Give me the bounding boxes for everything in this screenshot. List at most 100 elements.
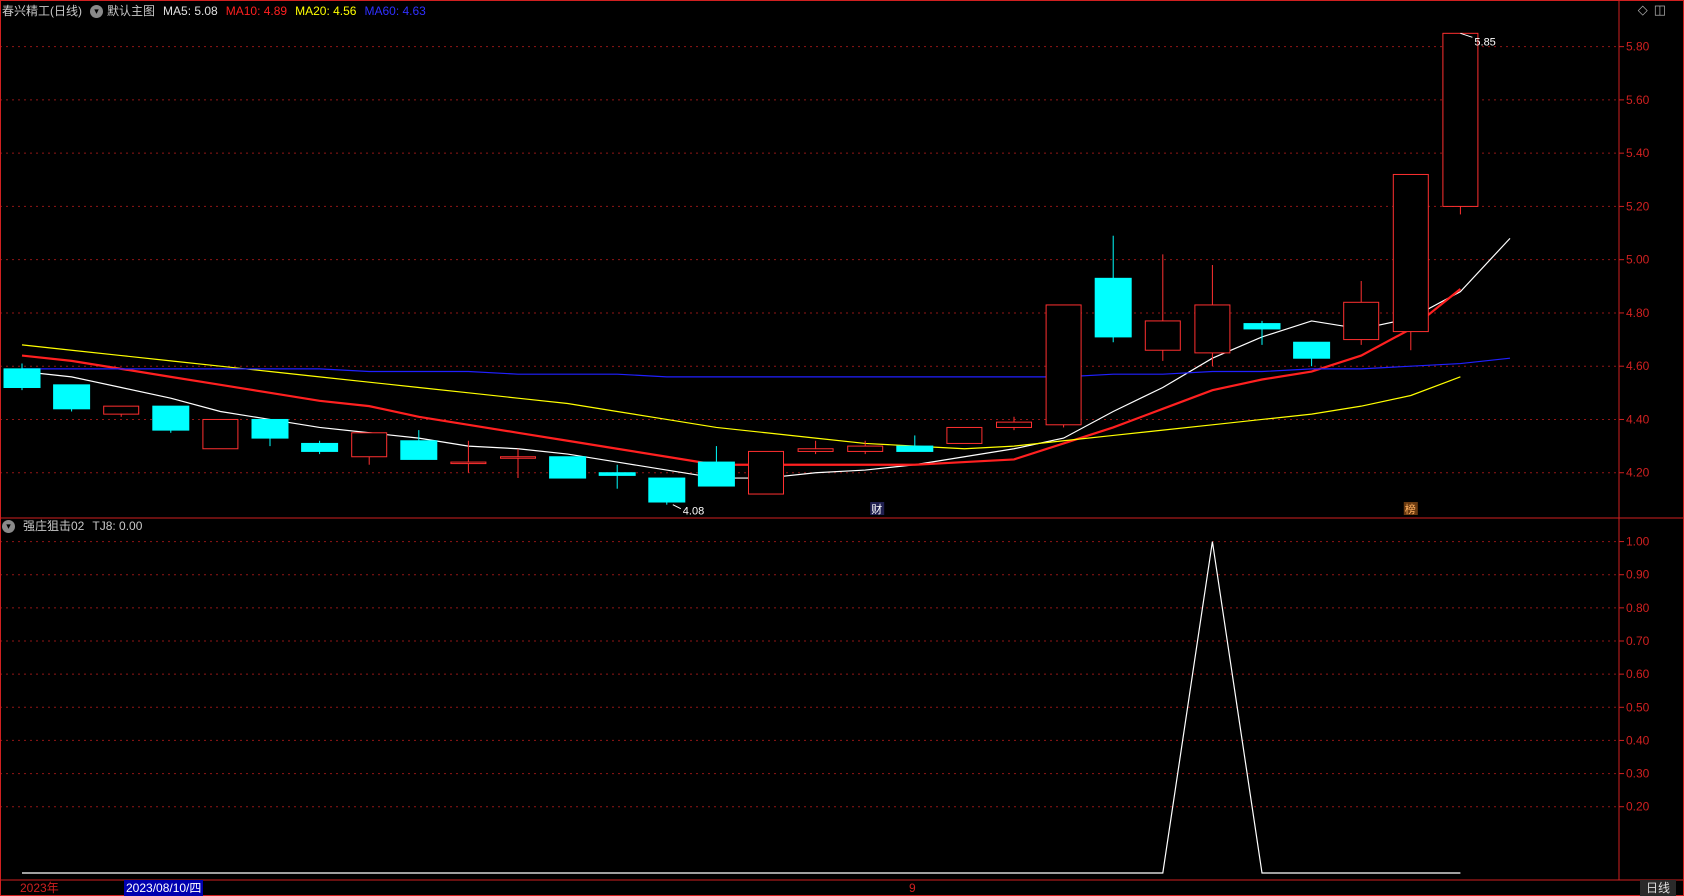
price-tick-label: 4.80 — [1626, 306, 1650, 320]
candlestick-series — [3, 32, 1479, 505]
candle-body — [996, 421, 1032, 428]
candle — [598, 464, 636, 489]
indicator-value: TJ8: 0.00 — [92, 519, 143, 533]
chart-annotations: 5.85 4.08 财 榜 — [672, 32, 1496, 518]
year-label: 2023年 — [20, 881, 59, 895]
outer-border — [0, 0, 1684, 896]
candle-body — [500, 456, 536, 459]
candle-body — [648, 477, 686, 503]
indicator-tick-label: 0.40 — [1626, 733, 1650, 747]
price-tick-label: 5.60 — [1626, 93, 1650, 107]
indicator-line — [22, 541, 1461, 874]
candle-body — [1293, 341, 1331, 359]
event-marker-bang: 榜 — [1405, 502, 1416, 516]
candle — [301, 440, 339, 455]
candle — [896, 435, 934, 452]
indicator-panel-header: ▾ 强庄狙击02 TJ8: 0.00 — [2, 516, 150, 536]
indicator-tick-label: 0.90 — [1626, 568, 1650, 582]
candle-body — [400, 440, 438, 460]
candle — [946, 426, 983, 444]
candle-body — [202, 418, 239, 450]
layout-icon[interactable]: ◫ — [1654, 2, 1666, 17]
candle-body — [797, 448, 834, 452]
candle — [103, 405, 140, 417]
price-axis-labels: 5.80 5.60 5.40 5.20 5.00 4.80 4.60 4.40 4.20 — [1619, 40, 1650, 480]
moving-average-lines — [21, 237, 1511, 479]
candle-body — [896, 445, 934, 452]
ma5-value: MA5: 5.08 — [163, 4, 218, 18]
candle-body — [946, 426, 983, 444]
low-pointer — [672, 504, 682, 510]
indicator-tick-label: 0.50 — [1626, 700, 1650, 714]
chart-frame — [0, 0, 1684, 896]
candle-body — [251, 418, 289, 439]
chevron-down-icon[interactable]: ▾ — [90, 5, 103, 19]
candle — [251, 418, 289, 447]
indicator-tick-label: 0.30 — [1626, 767, 1650, 781]
candle — [1392, 173, 1429, 351]
price-tick-label: 4.60 — [1626, 359, 1650, 373]
high-label: 5.85 — [1474, 36, 1495, 48]
candle — [1194, 265, 1231, 367]
candle-body — [1045, 304, 1082, 426]
candle — [53, 384, 91, 412]
candle-body — [847, 445, 884, 452]
candle-body — [103, 405, 140, 415]
candle — [1144, 254, 1181, 361]
price-grid — [0, 46, 1619, 474]
event-marker-cai: 财 — [871, 502, 882, 516]
indicator-tick-label: 0.70 — [1626, 634, 1650, 648]
candle — [847, 440, 884, 455]
low-label: 4.08 — [683, 506, 704, 518]
ma5-line — [21, 237, 1511, 479]
candle — [549, 456, 587, 479]
candle — [202, 418, 239, 450]
candle-body — [1442, 32, 1479, 207]
period-label[interactable]: 日线 — [1640, 880, 1677, 896]
indicator-name[interactable]: 强庄狙击02 — [23, 519, 84, 533]
candle — [500, 448, 536, 479]
stock-name[interactable]: 春兴精工(日线) — [2, 4, 82, 18]
candle — [797, 440, 834, 455]
candle-body — [748, 450, 784, 495]
indicator-tick-label: 0.60 — [1626, 667, 1650, 681]
candle-body — [697, 461, 735, 487]
candle-body — [3, 368, 41, 389]
price-tick-label: 4.40 — [1626, 412, 1650, 426]
tj8-line — [22, 541, 1461, 874]
price-tick-label: 5.20 — [1626, 199, 1650, 213]
candle — [996, 416, 1032, 431]
candle-body — [152, 405, 190, 431]
candle-body — [1243, 323, 1281, 330]
indicator-tick-label: 1.00 — [1626, 535, 1650, 549]
candle-body — [1392, 173, 1429, 333]
candle-body — [1094, 277, 1132, 338]
candle — [1293, 341, 1331, 367]
candle — [748, 450, 784, 495]
candle — [3, 363, 41, 391]
candle — [697, 446, 735, 487]
candle — [648, 477, 686, 505]
price-tick-label: 5.40 — [1626, 146, 1650, 160]
candle-body — [549, 456, 587, 479]
price-tick-label: 5.80 — [1626, 40, 1650, 54]
candle-body — [53, 384, 91, 410]
price-tick-label: 4.20 — [1626, 466, 1650, 480]
candle-body — [1343, 301, 1380, 341]
candle — [1343, 280, 1380, 345]
ma10-value: MA10: 4.89 — [225, 4, 288, 18]
chart-canvas[interactable]: 5.80 5.60 5.40 5.20 5.00 4.80 4.60 4.40 4.20 5.8… — [0, 0, 1684, 896]
candle-body — [1194, 304, 1231, 354]
diamond-icon[interactable]: ◇ — [1638, 2, 1648, 17]
candle — [1094, 235, 1132, 343]
window-controls: ◇ ◫ — [1638, 3, 1666, 16]
ma20-value: MA20: 4.56 — [295, 4, 357, 18]
cursor-date: 2023/08/10/四 — [124, 880, 204, 896]
chart-mode[interactable]: 默认主图 — [107, 4, 155, 18]
price-tick-label: 5.00 — [1626, 253, 1650, 267]
candle-body — [1144, 320, 1181, 351]
candle — [152, 405, 190, 433]
candle-body — [351, 432, 388, 458]
chevron-down-icon[interactable]: ▾ — [2, 520, 15, 534]
candle — [351, 432, 388, 465]
